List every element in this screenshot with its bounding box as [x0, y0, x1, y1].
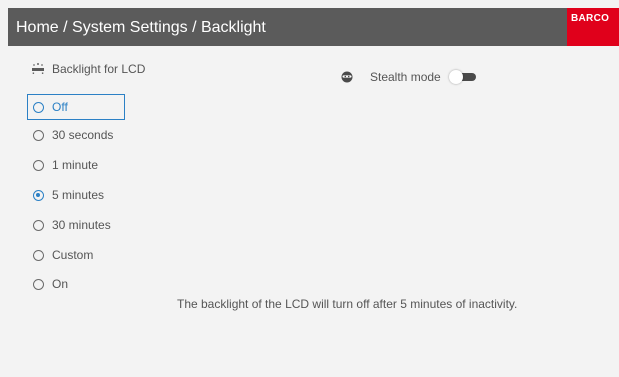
- radio-label-1-minute: 1 minute: [52, 158, 99, 172]
- radio-custom[interactable]: Custom: [27, 244, 99, 266]
- radio-label-custom: Custom: [52, 248, 94, 262]
- radio-5-minutes[interactable]: 5 minutes: [27, 184, 110, 206]
- radio-label-30-seconds: 30 seconds: [52, 128, 114, 142]
- stealth-mode-row: Stealth mode: [341, 68, 476, 86]
- radio-off[interactable]: Off: [27, 94, 125, 120]
- backlight-section-label: Backlight for LCD: [32, 61, 145, 77]
- radio-circle: [33, 129, 44, 141]
- backlight-info-text: The backlight of the LCD will turn off a…: [177, 297, 518, 311]
- brand-logo: BARCO: [567, 8, 619, 46]
- backlight-icon: [32, 63, 44, 74]
- radio-circle-selected: [33, 189, 44, 201]
- radio-label-off: Off: [52, 100, 68, 114]
- radio-dot: [36, 192, 40, 197]
- radio-circle: [33, 219, 44, 231]
- radio-circle: [33, 101, 44, 113]
- radio-circle: [33, 249, 44, 261]
- stealth-mode-toggle[interactable]: [448, 70, 476, 84]
- radio-label-on: On: [52, 277, 69, 291]
- radio-30-minutes[interactable]: 30 minutes: [27, 214, 117, 236]
- radio-circle: [33, 278, 44, 290]
- radio-circle: [33, 159, 44, 171]
- header-bar: Home / System Settings / Backlight BARCO: [8, 8, 619, 46]
- toggle-knob: [448, 70, 463, 84]
- stealth-mode-label: Stealth mode: [370, 70, 441, 84]
- radio-on[interactable]: On: [27, 273, 74, 295]
- radio-30-seconds[interactable]: 30 seconds: [27, 124, 119, 146]
- brand-logo-text: BARCO: [571, 13, 610, 24]
- breadcrumb: Home / System Settings / Backlight: [16, 19, 266, 36]
- radio-label-5-minutes: 5 minutes: [52, 188, 105, 202]
- ninja-icon: [341, 71, 353, 83]
- radio-label-30-minutes: 30 minutes: [52, 218, 111, 232]
- radio-1-minute[interactable]: 1 minute: [27, 154, 104, 176]
- backlight-label: Backlight for LCD: [52, 62, 146, 76]
